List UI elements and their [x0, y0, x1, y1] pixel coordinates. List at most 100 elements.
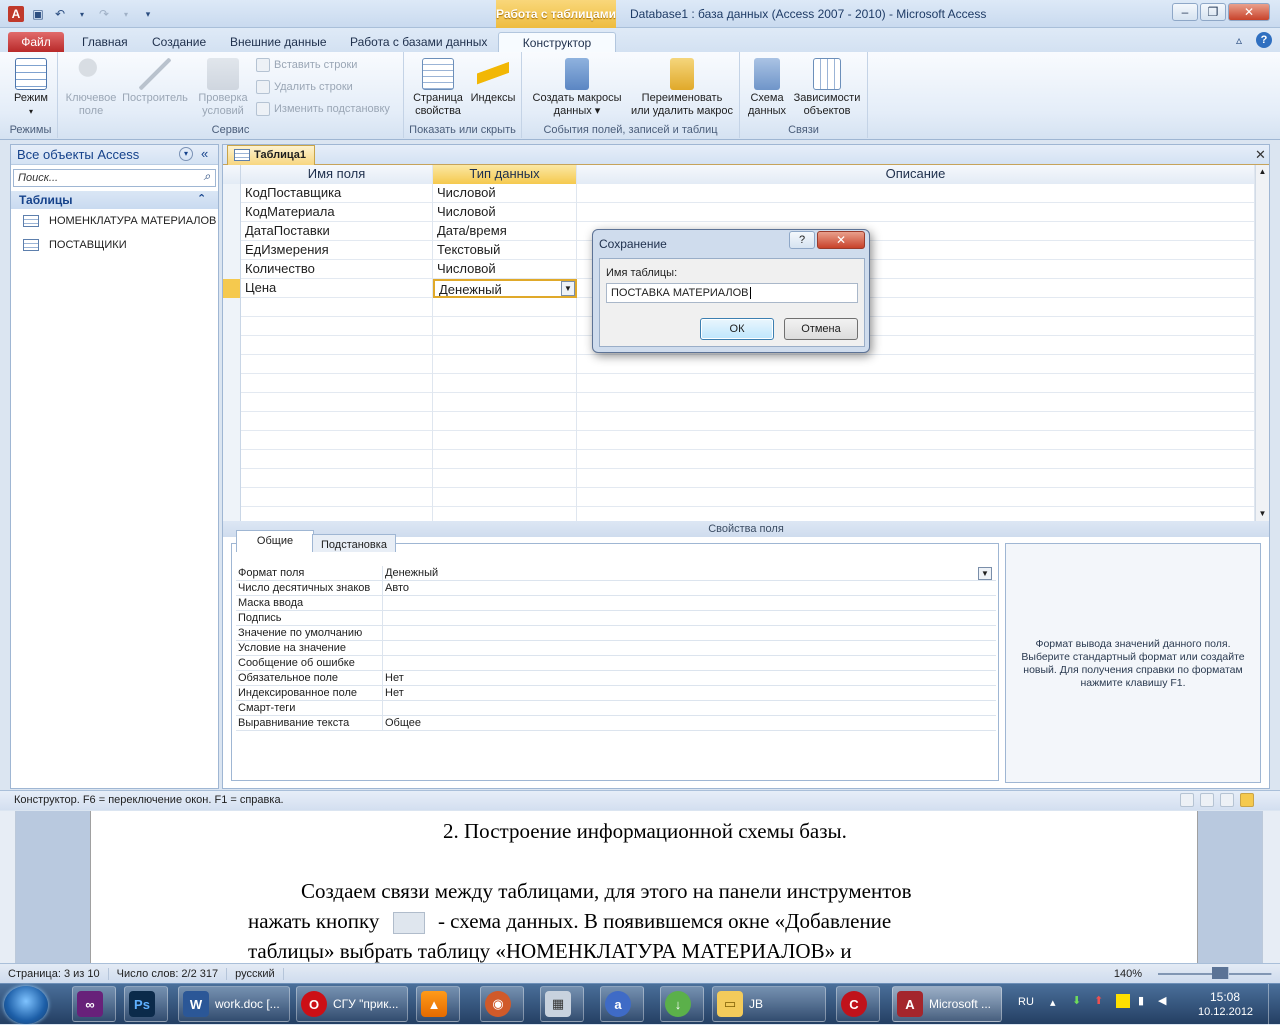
field-name-cell[interactable]: [241, 393, 433, 412]
design-view-icon[interactable]: [1240, 793, 1254, 807]
property-row[interactable]: Маска ввода: [236, 596, 996, 611]
field-name-cell[interactable]: [241, 412, 433, 431]
collapse-group-icon[interactable]: ⌃: [197, 192, 206, 205]
pivot-table-icon[interactable]: [1200, 793, 1214, 807]
datasheet-view-icon[interactable]: [1180, 793, 1194, 807]
property-row[interactable]: Выравнивание текста Общее: [236, 716, 996, 731]
row-selector[interactable]: [223, 469, 241, 488]
clock-time[interactable]: 15:08: [1210, 990, 1240, 1004]
insert-rows-button[interactable]: Вставить строки: [256, 56, 357, 74]
table-row[interactable]: [223, 374, 1255, 393]
data-type-cell[interactable]: [433, 393, 577, 412]
customize-toolbar-icon[interactable]: ▾: [140, 6, 156, 22]
nav-group-tables[interactable]: Таблицы ⌃: [11, 191, 218, 209]
tab-create[interactable]: Создание: [140, 32, 218, 52]
table-row[interactable]: [223, 469, 1255, 488]
table-name-input[interactable]: ПОСТАВКА МАТЕРИАЛОВ: [606, 283, 858, 303]
column-header-description[interactable]: Описание: [577, 165, 1255, 184]
table-row[interactable]: [223, 355, 1255, 374]
description-cell[interactable]: [577, 355, 1255, 374]
description-cell[interactable]: [577, 431, 1255, 450]
scroll-up-icon[interactable]: ▲: [1256, 165, 1269, 179]
table-row[interactable]: [223, 431, 1255, 450]
minimize-button[interactable]: –: [1172, 3, 1198, 21]
field-name-cell[interactable]: [241, 507, 433, 521]
data-type-cell[interactable]: Числовой: [433, 203, 577, 222]
change-lookup-button[interactable]: Изменить подстановку: [256, 100, 390, 118]
data-type-cell[interactable]: [433, 336, 577, 355]
row-selector[interactable]: [223, 222, 241, 241]
field-name-cell[interactable]: ДатаПоставки: [241, 222, 433, 241]
scroll-down-icon[interactable]: ▼: [1256, 507, 1269, 521]
description-cell[interactable]: [577, 203, 1255, 222]
zoom-level[interactable]: 140%: [1106, 968, 1150, 980]
word-page[interactable]: 2. Построение информационной схемы базы.…: [90, 811, 1198, 963]
relationships-button[interactable]: Схема данных: [744, 58, 790, 118]
data-type-cell[interactable]: Числовой: [433, 260, 577, 279]
nav-dropdown-icon[interactable]: ▾: [179, 147, 193, 161]
property-value[interactable]: Нет: [382, 671, 994, 686]
taskbar-vlc[interactable]: ▲: [416, 986, 460, 1022]
ok-button[interactable]: ОК: [700, 318, 774, 340]
data-type-cell[interactable]: [433, 431, 577, 450]
nav-item-nomenclature[interactable]: НОМЕНКЛАТУРА МАТЕРИАЛОВ: [11, 209, 218, 233]
property-row[interactable]: Условие на значение: [236, 641, 996, 656]
field-name-cell[interactable]: [241, 298, 433, 317]
taskbar-visual-studio[interactable]: ∞: [72, 986, 116, 1022]
property-value[interactable]: Общее: [382, 716, 994, 731]
field-name-cell[interactable]: [241, 450, 433, 469]
description-cell[interactable]: [577, 184, 1255, 203]
table-row[interactable]: КодПоставщика Числовой: [223, 184, 1255, 203]
description-cell[interactable]: [577, 469, 1255, 488]
tab-general[interactable]: Общие: [236, 530, 314, 552]
field-name-cell[interactable]: [241, 431, 433, 450]
field-name-cell[interactable]: КодМатериала: [241, 203, 433, 222]
tray-download-icon[interactable]: ⬇: [1072, 994, 1081, 1007]
object-dependencies-button[interactable]: Зависимости объектов: [790, 58, 864, 118]
collapse-ribbon-icon[interactable]: ▵: [1236, 33, 1242, 47]
tab-lookup[interactable]: Подстановка: [312, 534, 396, 552]
property-row[interactable]: Формат поля Денежный ▼: [236, 566, 996, 581]
row-selector[interactable]: [223, 336, 241, 355]
row-selector[interactable]: [223, 393, 241, 412]
description-cell[interactable]: [577, 393, 1255, 412]
indexes-button[interactable]: Индексы: [468, 58, 518, 105]
row-selector[interactable]: [223, 412, 241, 431]
mode-button[interactable]: Режим ▾: [10, 58, 52, 118]
taskbar-download[interactable]: ↓: [660, 986, 704, 1022]
taskbar-translator[interactable]: a: [600, 986, 644, 1022]
data-type-cell[interactable]: [433, 450, 577, 469]
show-desktop-button[interactable]: [1268, 984, 1280, 1025]
undo-dropdown-icon[interactable]: ▾: [74, 6, 90, 22]
network-icon[interactable]: ▮: [1138, 994, 1144, 1007]
field-name-cell[interactable]: [241, 488, 433, 507]
table-row[interactable]: [223, 507, 1255, 521]
property-row[interactable]: Значение по умолчанию: [236, 626, 996, 641]
row-selector[interactable]: [223, 317, 241, 336]
row-selector[interactable]: [223, 279, 241, 298]
description-cell[interactable]: [577, 412, 1255, 431]
nav-search-input[interactable]: Поиск... ⌕: [13, 169, 216, 187]
row-selector[interactable]: [223, 203, 241, 222]
taskbar-word[interactable]: Wwork.doc [...: [178, 986, 290, 1022]
data-type-cell[interactable]: Дата/время: [433, 222, 577, 241]
rename-delete-macro-button[interactable]: Переименовать или удалить макрос: [626, 58, 738, 118]
close-button[interactable]: ✕: [1228, 3, 1270, 21]
tray-update-icon[interactable]: ⬆: [1094, 994, 1103, 1007]
data-type-cell[interactable]: [433, 507, 577, 521]
clock-date[interactable]: 10.12.2012: [1198, 1006, 1253, 1018]
description-cell[interactable]: [577, 507, 1255, 521]
row-selector[interactable]: [223, 355, 241, 374]
property-row[interactable]: Смарт-теги: [236, 701, 996, 716]
property-value[interactable]: [382, 611, 994, 626]
row-selector[interactable]: [223, 374, 241, 393]
row-selector[interactable]: [223, 450, 241, 469]
word-count[interactable]: Число слов: 2/2 317: [109, 967, 228, 980]
help-icon[interactable]: ?: [1256, 32, 1272, 48]
collapse-nav-icon[interactable]: «: [201, 146, 208, 161]
nav-header[interactable]: Все объекты Access ▾ «: [11, 145, 218, 165]
row-selector[interactable]: [223, 260, 241, 279]
row-selector[interactable]: [223, 507, 241, 521]
property-value[interactable]: Нет: [382, 686, 994, 701]
row-selector[interactable]: [223, 488, 241, 507]
